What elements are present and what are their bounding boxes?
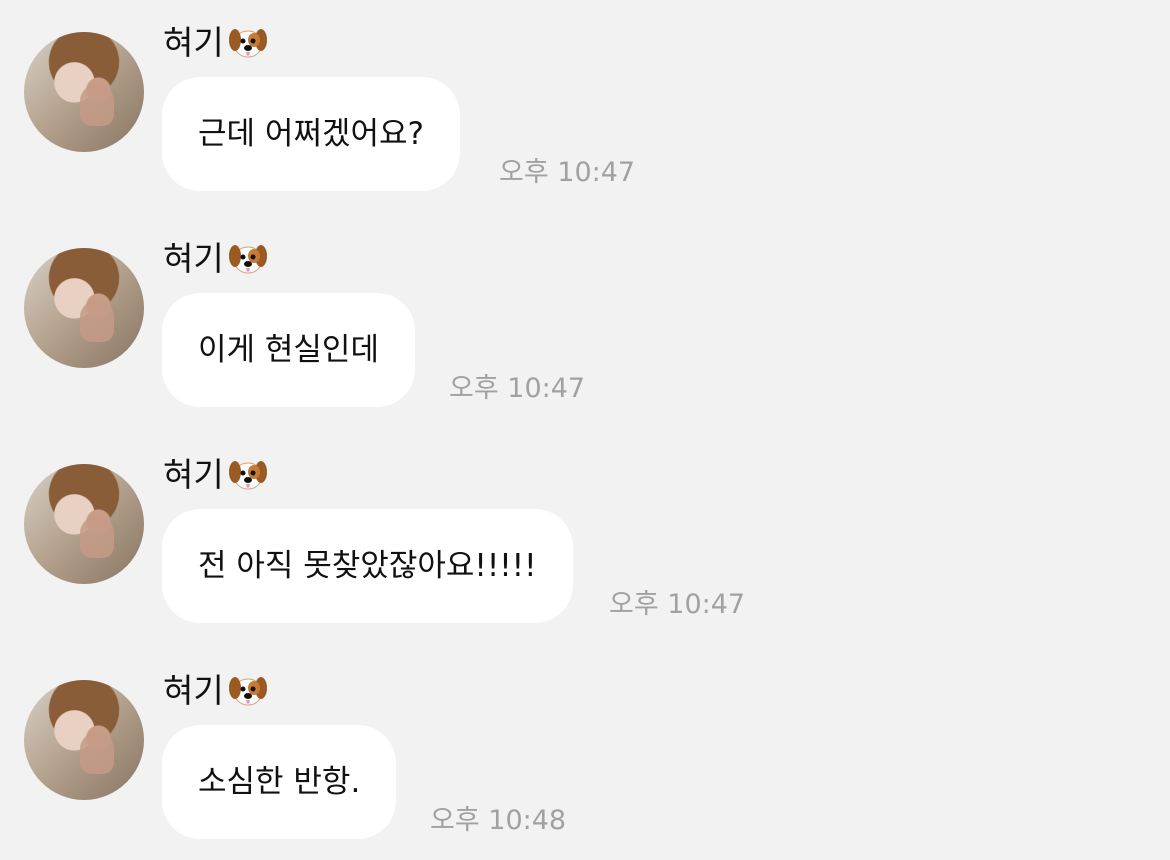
message-bubble[interactable]: 이게 현실인데 — [162, 293, 415, 407]
sender-name: 혀기 — [163, 455, 224, 494]
sender-row: 혀기 — [163, 236, 270, 282]
chat-message: 혀기 소심한 반항. 오후 10:48 — [0, 648, 1170, 848]
avatar[interactable] — [24, 680, 144, 800]
dog-face-icon — [228, 461, 267, 490]
avatar[interactable] — [24, 248, 144, 368]
sender-name: 혀기 — [163, 239, 224, 278]
sender-name: 혀기 — [163, 671, 224, 710]
sender-row: 혀기 — [163, 20, 270, 66]
chat-conversation: 혀기 근데 어쩌겠어요? 오후 10:47 혀기 이게 현실인데 오후 10:4… — [0, 0, 1170, 860]
dog-face-icon — [228, 245, 267, 274]
chat-message: 혀기 이게 현실인데 오후 10:47 — [0, 216, 1170, 416]
avatar[interactable] — [24, 464, 144, 584]
sender-name: 혀기 — [163, 23, 224, 62]
message-bubble[interactable]: 전 아직 못찾았잖아요!!!!! — [162, 509, 573, 623]
avatar[interactable] — [24, 32, 144, 152]
message-timestamp: 오후 10:47 — [499, 157, 636, 188]
dog-face-icon — [228, 29, 267, 58]
chat-message: 혀기 전 아직 못찾았잖아요!!!!! 오후 10:47 — [0, 432, 1170, 632]
message-timestamp: 오후 10:47 — [449, 373, 586, 404]
message-bubble[interactable]: 근데 어쩌겠어요? — [162, 77, 460, 191]
chat-message: 혀기 근데 어쩌겠어요? 오후 10:47 — [0, 0, 1170, 200]
dog-face-icon — [228, 677, 267, 706]
message-bubble[interactable]: 소심한 반항. — [162, 725, 397, 839]
message-timestamp: 오후 10:48 — [430, 805, 567, 836]
sender-row: 혀기 — [163, 452, 270, 498]
message-timestamp: 오후 10:47 — [609, 589, 746, 620]
sender-row: 혀기 — [163, 668, 270, 714]
